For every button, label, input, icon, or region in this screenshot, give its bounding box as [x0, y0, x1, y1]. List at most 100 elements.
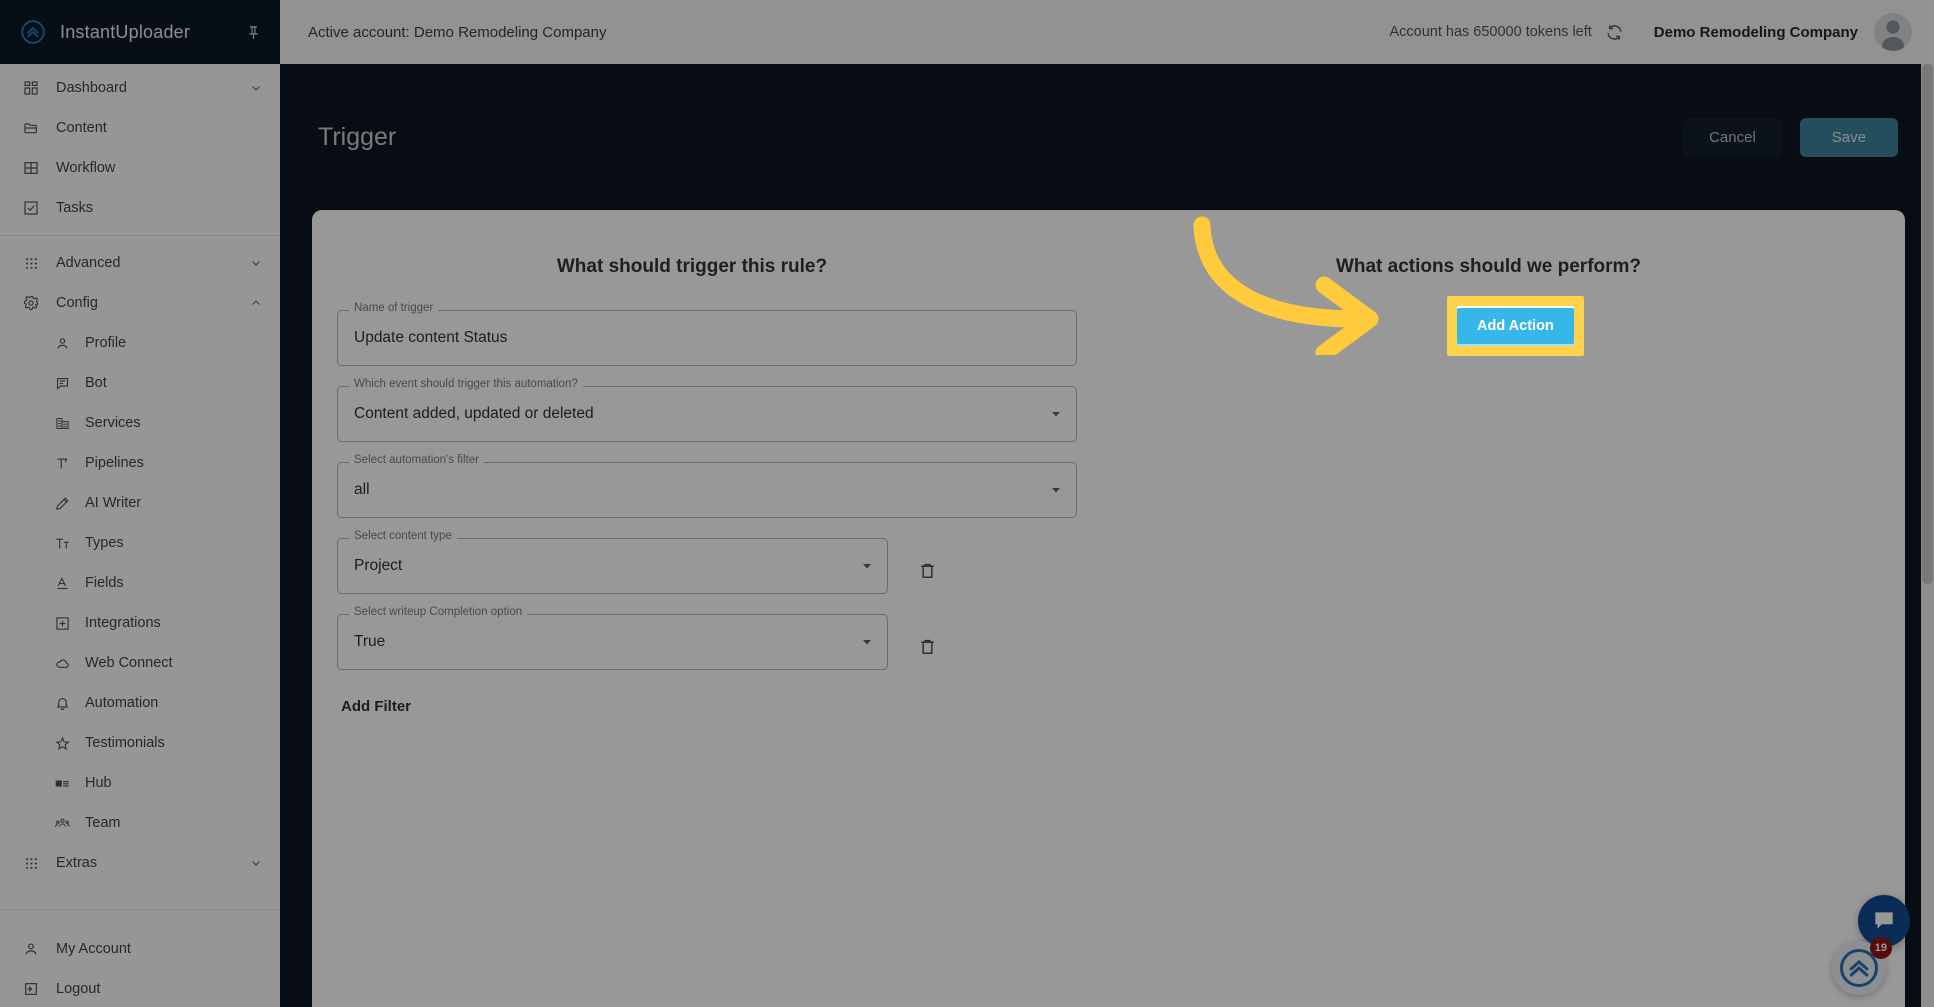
name-of-trigger-field[interactable]: Name of trigger Update content Status [337, 302, 1077, 366]
sidebar-item-label: Tasks [56, 200, 94, 216]
avatar[interactable] [1874, 13, 1912, 51]
person-icon [22, 940, 40, 958]
bell-icon [54, 695, 71, 712]
sidebar-item-pipelines[interactable]: Pipelines [0, 443, 280, 483]
add-filter-button[interactable]: Add Filter [337, 692, 415, 721]
building-icon [54, 415, 71, 432]
text-size-icon [54, 535, 71, 552]
sidebar-item-testimonials[interactable]: Testimonials [0, 723, 280, 763]
chat-bubble-icon [1871, 908, 1897, 934]
page-title: Trigger [318, 122, 397, 151]
chat-lines-icon [54, 375, 71, 392]
sidebar-item-label: Workflow [56, 160, 116, 176]
sidebar-item-config[interactable]: Config [0, 283, 280, 323]
writeup-completion-row: Select writeup Completion option True [337, 606, 1077, 678]
sidebar-item-label: Hub [85, 775, 112, 791]
page-header: Trigger Cancel Save [280, 64, 1934, 210]
refresh-icon[interactable] [1605, 23, 1624, 42]
sidebar-item-label: Dashboard [56, 80, 127, 96]
field-a-icon [54, 575, 71, 592]
chevron-up-icon [250, 297, 262, 309]
field-value: Update content Status [354, 329, 508, 346]
star-icon [54, 735, 71, 752]
sidebar-item-integrations[interactable]: Integrations [0, 603, 280, 643]
sidebar-item-label: Extras [56, 855, 98, 871]
sidebar-item-logout[interactable]: Logout [0, 969, 280, 1007]
launcher-widget: 19 [1832, 937, 1892, 995]
unread-count-badge: 19 [1869, 937, 1892, 959]
field-legend: Select content type [349, 530, 457, 543]
sidebar-item-label: Bot [85, 375, 107, 391]
sidebar-item-label: AI Writer [85, 495, 142, 511]
sidebar-group-config: Advanced Config Profile Bot Services Pip… [0, 239, 280, 887]
field-value: all [354, 481, 370, 498]
page-scrollbar-thumb[interactable] [1922, 64, 1933, 584]
add-action-highlight-frame: Add Action [1447, 296, 1584, 356]
sidebar-item-profile[interactable]: Profile [0, 323, 280, 363]
sidebar-item-hub[interactable]: Hub [0, 763, 280, 803]
save-button[interactable]: Save [1799, 117, 1898, 157]
person-icon [54, 335, 71, 352]
sidebar-item-my-account[interactable]: My Account [0, 929, 280, 969]
sidebar-item-fields[interactable]: Fields [0, 563, 280, 603]
sidebar-item-label: Advanced [56, 255, 121, 271]
pipeline-icon [54, 455, 71, 472]
sidebar-item-tasks[interactable]: Tasks [0, 188, 280, 228]
sidebar-item-label: Team [85, 815, 121, 831]
apps-grid-icon [22, 254, 40, 272]
sidebar-item-label: Services [85, 415, 141, 431]
chevron-down-icon [250, 857, 262, 869]
sidebar-item-web-connect[interactable]: Web Connect [0, 643, 280, 683]
sidebar-item-dashboard[interactable]: Dashboard [0, 68, 280, 108]
field-legend: Select automation's filter [349, 454, 484, 467]
sidebar-item-team[interactable]: Team [0, 803, 280, 843]
cancel-button[interactable]: Cancel [1683, 117, 1782, 157]
chevron-down-icon [250, 257, 262, 269]
field-value: Content added, updated or deleted [354, 405, 594, 422]
sidebar-item-bot[interactable]: Bot [0, 363, 280, 403]
sidebar-item-label: Integrations [85, 615, 161, 631]
plus-square-icon [54, 615, 71, 632]
writeup-completion-select[interactable]: Select writeup Completion option True [337, 606, 888, 670]
sidebar-item-services[interactable]: Services [0, 403, 280, 443]
content-card: What should trigger this rule? What acti… [312, 210, 1905, 1007]
token-balance: Account has 650000 tokens left [1389, 23, 1623, 42]
sidebar-item-label: Web Connect [85, 655, 173, 671]
sidebar-item-workflow[interactable]: Workflow [0, 148, 280, 188]
sidebar-item-label: Pipelines [85, 455, 144, 471]
sidebar-item-label: Profile [85, 335, 127, 351]
sidebar-header: InstantUploader [0, 0, 280, 64]
sidebar-item-extras[interactable]: Extras [0, 843, 280, 883]
field-legend: Which event should trigger this automati… [349, 378, 583, 391]
delete-writeup-completion-filter-button[interactable] [904, 618, 950, 674]
automation-filter-select[interactable]: Select automation's filter all [337, 454, 1077, 518]
dashboard-grid-icon [22, 79, 40, 97]
delete-content-type-filter-button[interactable] [904, 542, 950, 598]
field-legend: Select writeup Completion option [349, 606, 528, 619]
sidebar-item-ai-writer[interactable]: AI Writer [0, 483, 280, 523]
sidebar-group-footer: My Account Logout [0, 913, 280, 1007]
checkbox-check-icon [22, 199, 40, 217]
sidebar-item-content[interactable]: Content [0, 108, 280, 148]
field-value: True [354, 633, 386, 650]
pin-icon[interactable] [245, 24, 262, 41]
sidebar-item-label: My Account [56, 941, 131, 957]
chevron-down-icon [1050, 484, 1062, 496]
account-company-name: Demo Remodeling Company [1653, 23, 1858, 41]
sidebar-item-advanced[interactable]: Advanced [0, 243, 280, 283]
active-account-label: Active account: Demo Remodeling Company [308, 23, 607, 41]
topbar: Active account: Demo Remodeling Company … [280, 0, 1934, 64]
token-balance-label: Account has 650000 tokens left [1389, 24, 1592, 40]
sidebar-item-types[interactable]: Types [0, 523, 280, 563]
cloud-icon [54, 655, 71, 672]
sidebar-group-main: Dashboard Content Workflow Tasks [0, 64, 280, 232]
event-select[interactable]: Which event should trigger this automati… [337, 378, 1077, 442]
sidebar-divider [0, 235, 280, 236]
sidebar: InstantUploader Dashboard Content Workfl… [0, 0, 280, 1007]
sidebar-item-label: Automation [85, 695, 159, 711]
add-action-button[interactable]: Add Action [1457, 306, 1574, 346]
page-scrollbar[interactable] [1921, 64, 1934, 1007]
sidebar-item-automation[interactable]: Automation [0, 683, 280, 723]
content-type-select[interactable]: Select content type Project [337, 530, 888, 594]
trigger-column-heading: What should trigger this rule? [556, 256, 828, 277]
